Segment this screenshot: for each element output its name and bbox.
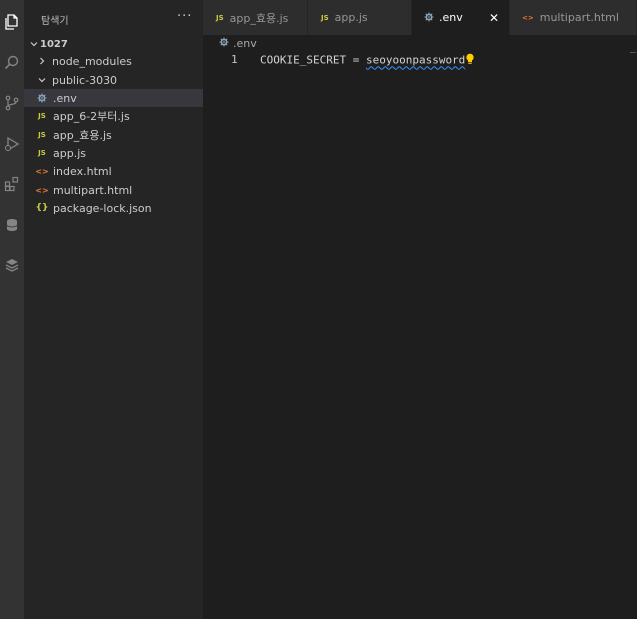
- tree-item-app-js[interactable]: JS app.js: [24, 144, 203, 162]
- more-actions-icon[interactable]: ···: [177, 9, 192, 24]
- chevron-down-icon: [36, 74, 48, 86]
- close-icon[interactable]: ✕: [489, 11, 499, 25]
- gear-icon: [424, 12, 434, 24]
- json-file-icon: {}: [35, 203, 49, 213]
- js-file-icon: JS: [321, 13, 329, 22]
- code-value: seoyoonpassword: [365, 53, 466, 67]
- source-control-icon[interactable]: [0, 92, 24, 114]
- tree-item-label: .env: [53, 91, 77, 105]
- tab-label: app_효용.js: [229, 11, 289, 25]
- html-file-icon: <>: [35, 185, 49, 195]
- tree-item-label: multipart.html: [53, 183, 133, 197]
- tab-app-js[interactable]: JS app.js: [308, 0, 412, 35]
- breadcrumb[interactable]: .env: [203, 35, 637, 51]
- tree-item-index-html[interactable]: <> index.html: [24, 162, 203, 180]
- tab-multipart-html[interactable]: <> multipart.html: [510, 0, 637, 35]
- tree-item-public-3030[interactable]: public-3030: [24, 71, 203, 89]
- js-file-icon: JS: [38, 131, 46, 139]
- run-debug-icon[interactable]: [0, 133, 24, 155]
- tree-item-label: node_modules: [52, 54, 132, 68]
- explorer-icon[interactable]: [0, 11, 24, 33]
- js-file-icon: JS: [38, 149, 46, 157]
- activity-bar: [0, 0, 24, 619]
- tree-item-label: app_6-2부터.js: [53, 110, 130, 123]
- code-key: COOKIE_SECRET =: [260, 53, 366, 67]
- sidebar-header: 탐색기 ···: [24, 0, 203, 36]
- chevron-down-icon: [28, 38, 40, 50]
- code-line[interactable]: COOKIE_SECRET = seoyoonpassword: [260, 53, 475, 68]
- tab-app-hyoyong[interactable]: JS app_효용.js: [203, 0, 308, 35]
- layers-icon[interactable]: [0, 254, 24, 276]
- tab-label: app.js: [334, 11, 368, 24]
- html-file-icon: <>: [522, 13, 534, 22]
- tree-item-multipart-html[interactable]: <> multipart.html: [24, 181, 203, 199]
- folder-root[interactable]: 1027: [24, 35, 203, 53]
- tree-item-env[interactable]: .env: [24, 89, 203, 107]
- tab-label: multipart.html: [539, 11, 619, 24]
- explorer-sidebar: 탐색기 ··· 1027 node_modules public-3030 .e…: [24, 0, 203, 619]
- js-file-icon: JS: [216, 13, 224, 22]
- tree-item-label: app.js: [53, 146, 86, 160]
- gear-icon: [35, 93, 49, 103]
- tab-label: .env: [439, 11, 463, 24]
- tab-env[interactable]: .env ✕: [412, 0, 510, 35]
- gear-icon: [219, 37, 229, 50]
- tree-item-app-hyoyong[interactable]: JS app_효용.js: [24, 126, 203, 144]
- line-number: 1: [231, 53, 238, 66]
- lightbulb-icon[interactable]: [465, 53, 475, 68]
- js-file-icon: JS: [38, 112, 46, 120]
- divider: [630, 52, 636, 53]
- extensions-icon[interactable]: [0, 173, 24, 195]
- tree-item-app-6-2[interactable]: JS app_6-2부터.js: [24, 107, 203, 125]
- code-editor[interactable]: 1 COOKIE_SECRET = seoyoonpassword: [203, 51, 637, 619]
- root-folder-label: 1027: [40, 38, 68, 50]
- chevron-right-icon: [36, 55, 48, 67]
- editor-tabs: JS app_효용.js JS app.js .env ✕ <> multipa…: [203, 0, 637, 35]
- tree-item-label: public-3030: [52, 73, 118, 87]
- tree-item-package-lock[interactable]: {} package-lock.json: [24, 199, 203, 217]
- tree-item-label: package-lock.json: [53, 201, 152, 215]
- tree-item-label: index.html: [53, 164, 112, 178]
- database-icon[interactable]: [0, 214, 24, 236]
- html-file-icon: <>: [35, 166, 49, 176]
- tree-item-node-modules[interactable]: node_modules: [24, 52, 203, 70]
- tree-item-label: app_효용.js: [53, 129, 112, 142]
- sidebar-title: 탐색기: [41, 16, 69, 27]
- search-icon[interactable]: [0, 51, 24, 73]
- breadcrumb-file[interactable]: .env: [233, 37, 257, 50]
